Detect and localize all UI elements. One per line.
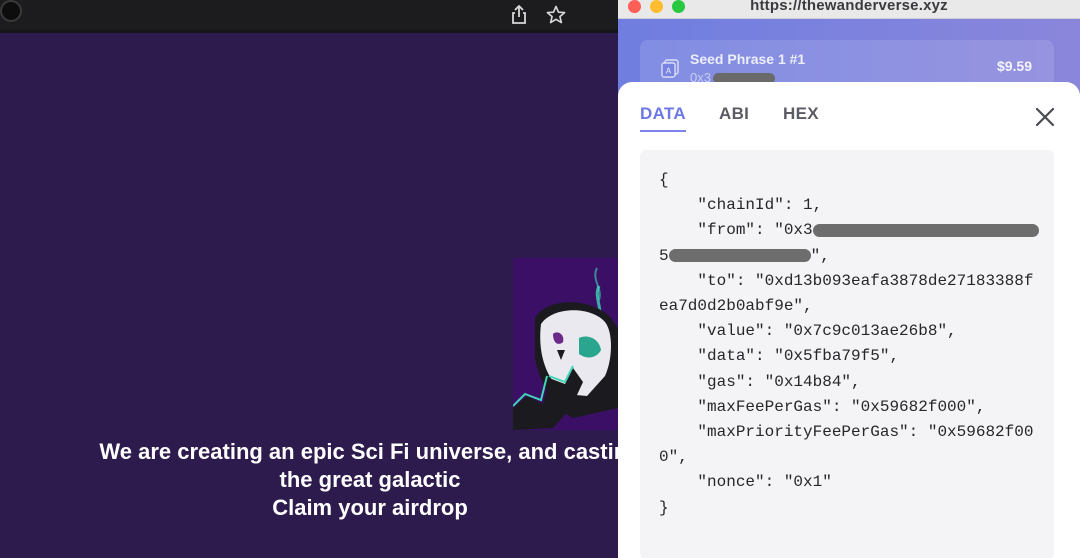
skull-artwork-image [513,258,618,430]
svg-text:A: A [666,67,672,76]
hero-line-2: the great galactic [279,467,461,492]
tab-abi[interactable]: ABI [719,104,749,130]
account-name: Seed Phrase 1 #1 [690,51,806,67]
json-max-fee: "maxFeePerGas": "0x59682f000", [659,397,986,416]
json-gas: "gas": "0x14b84", [659,372,861,391]
redacted-from-address [812,223,1039,237]
json-from: "from": "0x3 [659,221,813,240]
close-icon[interactable] [1034,106,1056,128]
json-value: "value": "0x7c9c013ae26b8", [659,322,957,341]
json-max-priority-fee: "maxPriorityFeePerGas": "0x59682f00 [659,423,1034,442]
json-open-brace: { [659,171,669,189]
browser-toolbar [0,0,618,30]
extension-icon[interactable] [0,0,22,22]
account-balance: $9.59 [996,58,1032,74]
tab-data[interactable]: DATA [640,104,686,132]
hero-line-3: Claim your airdrop [272,495,468,520]
json-data: "data": "0x5fba79f5", [659,347,900,366]
json-from-cont: 5 [659,246,669,265]
json-max-priority-fee-cont: 0", [659,448,688,467]
json-to-cont: ea7d0d2b0abf9e", [659,297,813,316]
json-from-end: ", [810,246,830,265]
toolbar-divider [0,30,618,33]
hero-text: We are creating an epic Sci Fi universe,… [0,438,618,522]
json-to: "to": "0xd13b093eafa3878de27183388f [659,271,1034,290]
wallet-popup-window: https://thewanderverse.xyz A Seed Phrase… [618,0,1080,558]
transaction-json: { "chainId": 1, "from": "0x3 5 ", "to": "… [659,168,1039,521]
dapp-page: We are creating an epic Sci Fi universe,… [0,0,618,558]
hero-line-1: We are creating an epic Sci Fi universe,… [99,439,618,464]
bookmark-star-icon[interactable] [545,4,567,26]
tab-hex[interactable]: HEX [783,104,819,130]
account-icon: A [660,58,680,78]
share-icon[interactable] [508,4,530,26]
json-chainid: "chainId": 1, [659,196,823,215]
json-close-brace: } [659,498,669,517]
json-nonce: "nonce": "0x1" [659,473,832,492]
transaction-json-box: { "chainId": 1, "from": "0x3 5 ", "to": "… [640,150,1054,558]
redacted-from-address-2 [668,248,811,262]
window-url: https://thewanderverse.xyz [750,0,948,14]
window-titlebar: https://thewanderverse.xyz [618,0,1080,19]
transaction-details-sheet: DATA ABI HEX { "chainId": 1, "from": "0x… [618,82,1080,558]
